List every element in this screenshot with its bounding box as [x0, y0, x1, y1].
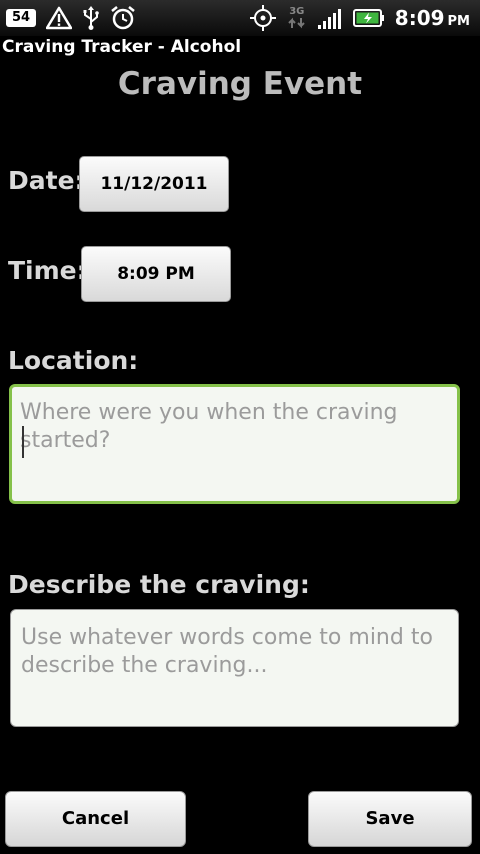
text-cursor — [22, 426, 24, 458]
describe-label: Describe the craving: — [8, 570, 310, 599]
warning-icon — [46, 6, 72, 30]
status-clock: 8:09 PM — [395, 6, 470, 30]
network-type-label: 3G — [289, 6, 305, 17]
app-title-bar: Craving Tracker - Alcohol — [0, 36, 480, 59]
date-label: Date: — [8, 166, 85, 195]
describe-craving-input[interactable]: Use whatever words come to mind to descr… — [10, 609, 459, 727]
date-picker-button[interactable]: 11/12/2011 — [79, 156, 229, 212]
craving-event-screen: 54 3G 8:09 PM Craving Tracker - Alcohol … — [0, 0, 480, 854]
location-input[interactable]: Where were you when the craving started? — [9, 384, 460, 504]
3g-data-icon: 3G — [287, 7, 307, 29]
location-label: Location: — [8, 346, 139, 375]
status-bar: 54 3G 8:09 PM — [0, 0, 480, 36]
clock-time: 8:09 — [394, 6, 445, 30]
status-bar-system: 3G 8:09 PM — [249, 4, 470, 32]
location-placeholder: Where were you when the craving started? — [20, 400, 398, 453]
signal-icon — [317, 6, 343, 30]
time-picker-button[interactable]: 8:09 PM — [81, 246, 231, 302]
cancel-button[interactable]: Cancel — [5, 791, 186, 847]
notification-count-badge: 54 — [6, 9, 36, 27]
page-title: Craving Event — [117, 66, 363, 102]
gps-icon — [249, 4, 277, 32]
clock-ampm: PM — [447, 14, 470, 29]
app-title: Craving Tracker - Alcohol — [2, 37, 242, 57]
status-bar-notifications: 54 — [6, 4, 136, 32]
usb-icon — [82, 5, 100, 31]
describe-placeholder: Use whatever words come to mind to descr… — [21, 625, 433, 678]
battery-charging-icon — [352, 8, 385, 28]
time-label: Time: — [8, 256, 87, 285]
alarm-icon — [110, 5, 136, 31]
save-button[interactable]: Save — [308, 791, 472, 847]
